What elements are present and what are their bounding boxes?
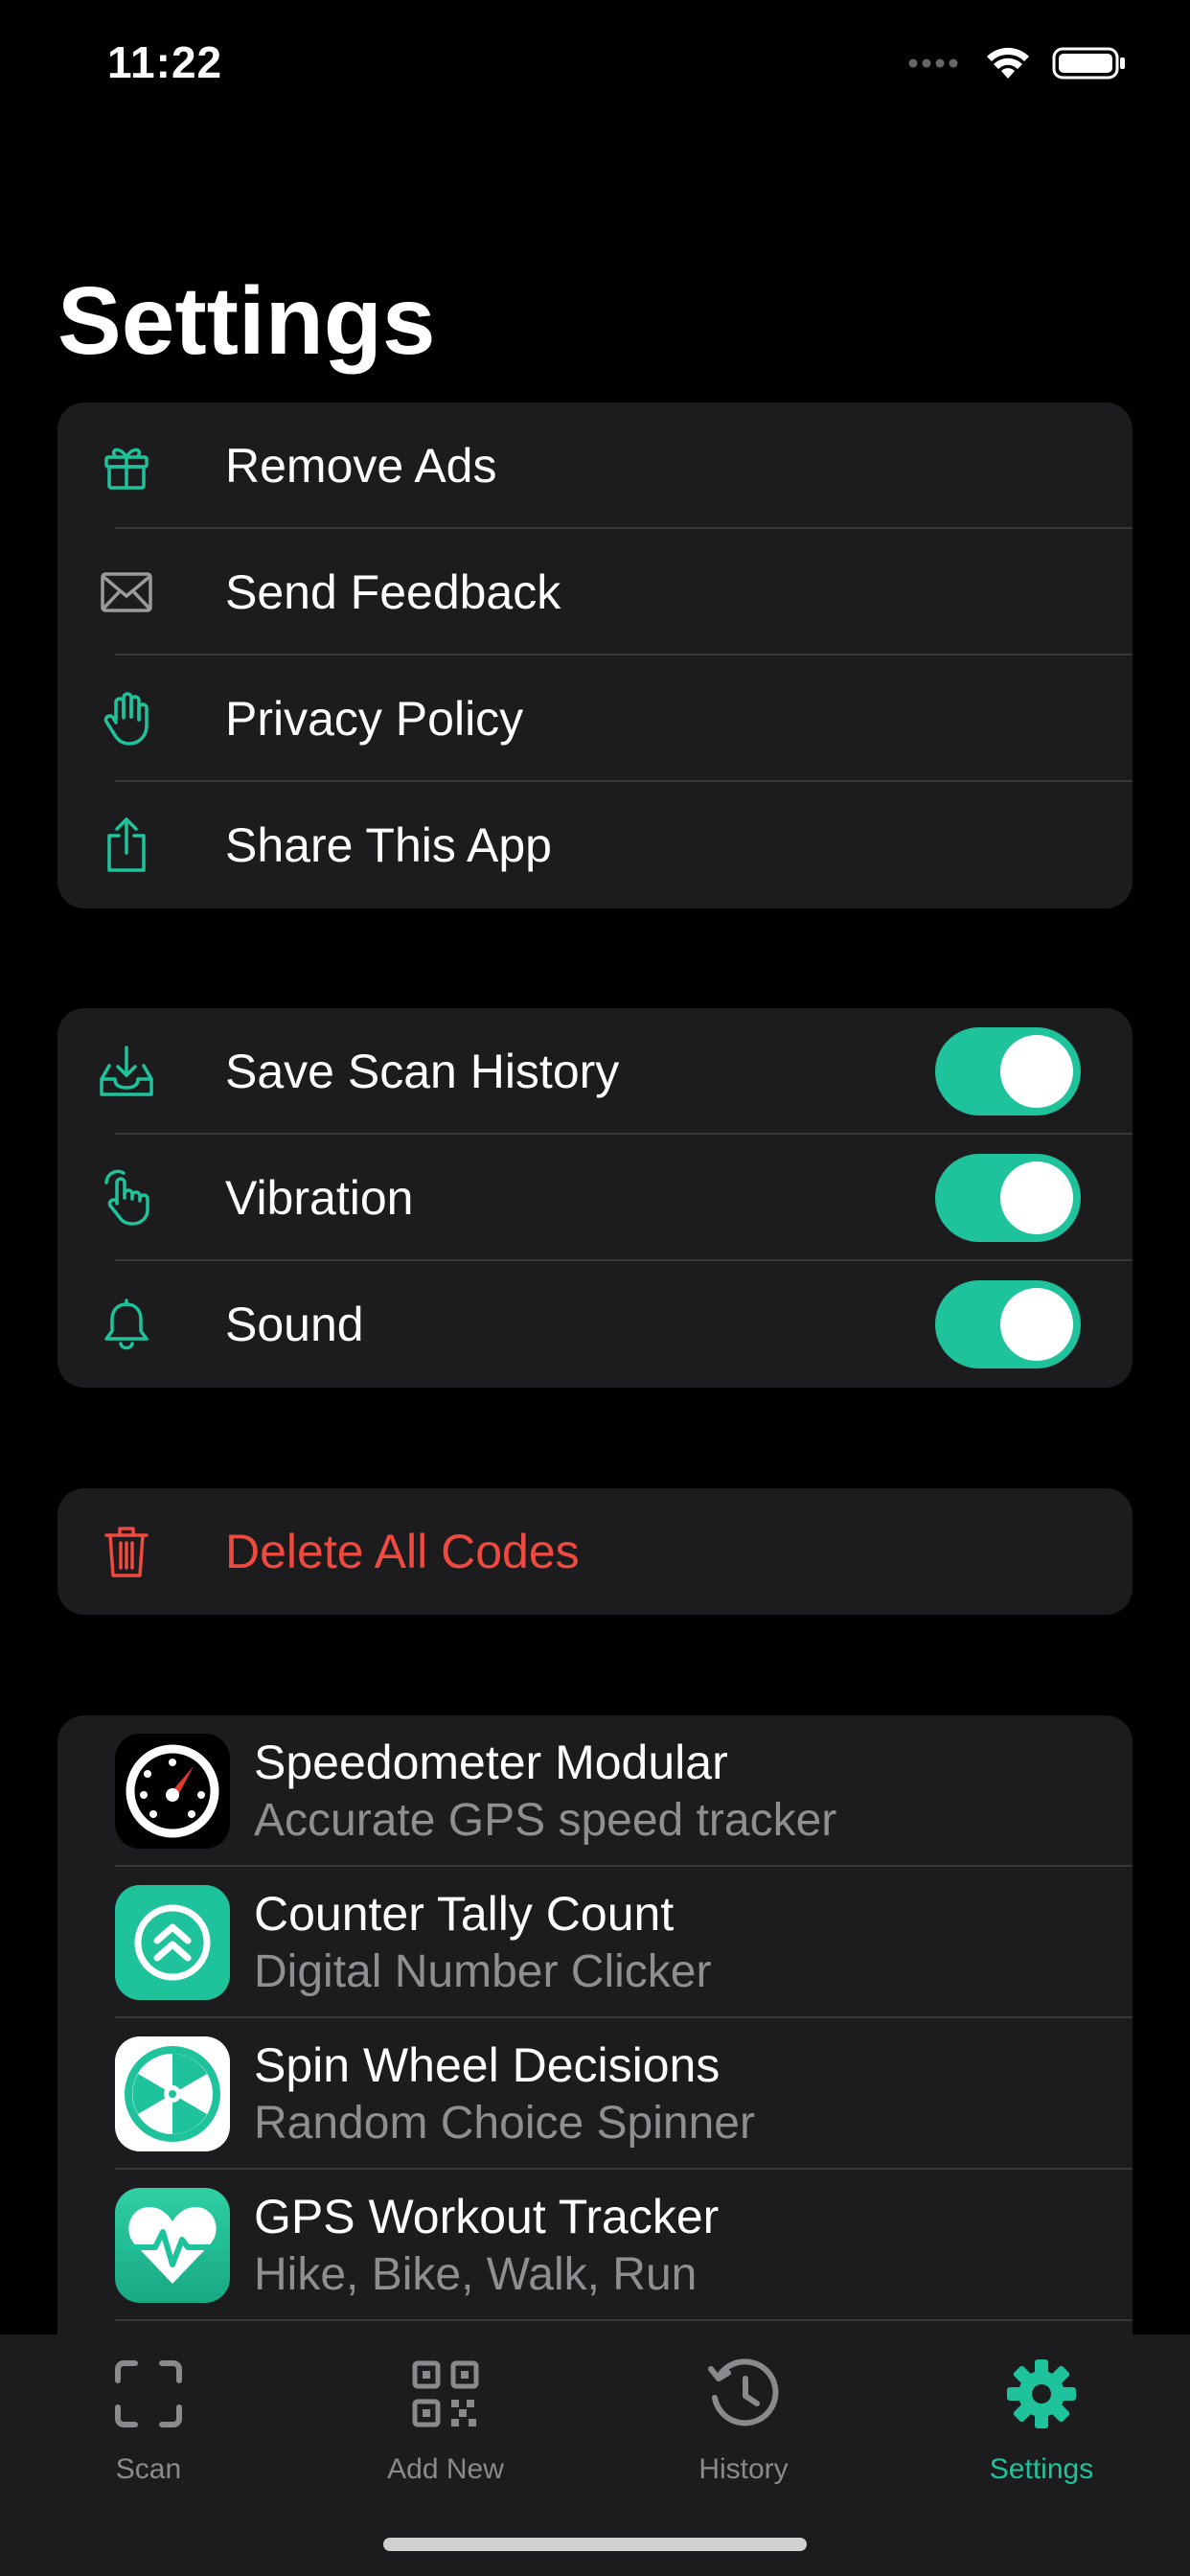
qr-code-icon	[412, 2360, 479, 2427]
send-feedback-label: Send Feedback	[225, 565, 561, 619]
page-title: Settings	[57, 267, 436, 375]
vibration-label: Vibration	[225, 1171, 414, 1225]
trash-icon	[98, 1523, 155, 1580]
vibration-row: Vibration	[57, 1135, 1133, 1261]
tray-download-icon	[98, 1043, 155, 1100]
hand-raised-icon	[98, 690, 155, 748]
send-feedback-row[interactable]: Send Feedback	[57, 529, 1133, 656]
gear-icon	[1007, 2359, 1076, 2428]
app-row-spin-wheel[interactable]: Spin Wheel Decisions Random Choice Spinn…	[57, 2018, 1133, 2170]
bell-icon	[98, 1296, 155, 1353]
tab-label: Settings	[989, 2453, 1094, 2485]
save-history-label: Save Scan History	[225, 1045, 620, 1098]
app-subtitle: Accurate GPS speed tracker	[254, 1795, 837, 1846]
share-app-label: Share This App	[225, 818, 552, 872]
tab-label: Scan	[115, 2453, 182, 2485]
tab-settings[interactable]: Settings	[893, 2334, 1190, 2507]
app-subtitle: Random Choice Spinner	[254, 2098, 755, 2149]
gift-icon	[98, 437, 155, 494]
chevrons-up-icon	[115, 1885, 230, 2000]
heart-pulse-icon	[115, 2188, 230, 2303]
share-icon	[98, 816, 155, 874]
hand-tap-icon	[98, 1169, 155, 1227]
privacy-policy-row[interactable]: Privacy Policy	[57, 656, 1133, 782]
sound-row: Sound	[57, 1261, 1133, 1388]
remove-ads-label: Remove Ads	[225, 439, 497, 493]
sound-label: Sound	[225, 1298, 364, 1351]
app-row-speedometer[interactable]: Speedometer Modular Accurate GPS speed t…	[57, 1715, 1133, 1867]
spin-wheel-icon	[115, 2036, 230, 2151]
more-apps-group: Speedometer Modular Accurate GPS speed t…	[57, 1715, 1133, 2386]
app-name: Counter Tally Count	[254, 1887, 675, 1941]
scan-frame-icon	[115, 2360, 182, 2427]
tab-add-new[interactable]: Add New	[297, 2334, 594, 2507]
tab-label: Add New	[387, 2453, 504, 2485]
delete-all-label: Delete All Codes	[225, 1525, 580, 1578]
save-history-toggle[interactable]	[935, 1027, 1081, 1116]
wifi-icon	[987, 47, 1029, 79]
history-icon	[708, 2358, 779, 2426]
battery-icon	[1052, 47, 1125, 80]
envelope-icon	[98, 564, 155, 621]
speedometer-icon	[115, 1734, 230, 1849]
signal-icon	[908, 58, 958, 68]
status-icons	[908, 42, 1127, 84]
danger-group: Delete All Codes	[57, 1488, 1133, 1615]
status-time: 11:22	[107, 37, 223, 87]
vibration-toggle[interactable]	[935, 1154, 1081, 1242]
share-app-row[interactable]: Share This App	[57, 782, 1133, 908]
toggle-knob	[1000, 1288, 1073, 1361]
app-subtitle: Hike, Bike, Walk, Run	[254, 2249, 698, 2300]
save-history-row: Save Scan History	[57, 1008, 1133, 1135]
preferences-group: Save Scan History Vibration Sound	[57, 1008, 1133, 1388]
app-name: Speedometer Modular	[254, 1736, 728, 1789]
app-name: GPS Workout Tracker	[254, 2190, 720, 2243]
privacy-policy-label: Privacy Policy	[225, 692, 524, 746]
toggle-knob	[1000, 1162, 1073, 1234]
toggle-knob	[1000, 1035, 1073, 1108]
remove-ads-row[interactable]: Remove Ads	[57, 402, 1133, 529]
app-subtitle: Digital Number Clicker	[254, 1946, 712, 1997]
tab-scan[interactable]: Scan	[0, 2334, 297, 2507]
tab-label: History	[698, 2453, 789, 2485]
tab-history[interactable]: History	[595, 2334, 892, 2507]
home-indicator	[383, 2538, 807, 2551]
app-row-gps-workout[interactable]: GPS Workout Tracker Hike, Bike, Walk, Ru…	[57, 2170, 1133, 2321]
app-row-counter[interactable]: Counter Tally Count Digital Number Click…	[57, 1867, 1133, 2018]
sound-toggle[interactable]	[935, 1280, 1081, 1368]
delete-all-row[interactable]: Delete All Codes	[57, 1488, 1133, 1615]
general-settings-group: Remove Ads Send Feedback Privacy Policy	[57, 402, 1133, 908]
app-name: Spin Wheel Decisions	[254, 2038, 721, 2092]
